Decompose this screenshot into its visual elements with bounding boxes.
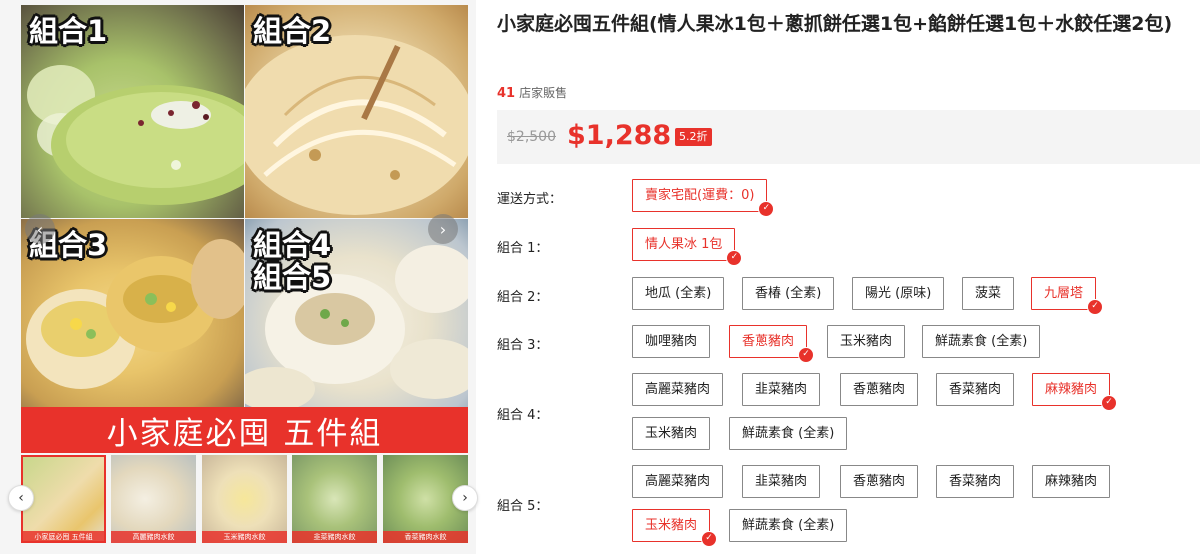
option-label: 情人果冰 1包 — [645, 237, 723, 252]
thumbnail-caption: 玉米豬肉水餃 — [202, 531, 287, 543]
combo5-label: 組合 5： — [497, 499, 549, 514]
combo-tag: 組合4 — [253, 228, 332, 262]
combo3-photo: 組合3 — [21, 219, 244, 407]
discount-badge: 5.2折 — [675, 128, 712, 146]
original-price: $2,500 — [507, 129, 556, 145]
product-page: 組合1 組合2 組合3 組合4 組合5 小家庭必囤 五件組 ‹ › 小家庭必囤 … — [0, 0, 1200, 554]
combo3-label: 組合 3： — [497, 338, 549, 353]
option-combo5[interactable]: 鮮蔬素食 (全素) — [729, 509, 848, 542]
sales-count: 41 — [497, 86, 516, 101]
option-combo3-selected[interactable]: 香蔥豬肉 ✓ — [729, 325, 815, 363]
option-combo2[interactable]: 陽光 (原味) — [852, 277, 945, 310]
option-label: 賣家宅配(運費：0) — [645, 188, 755, 203]
option-combo4[interactable]: 鮮蔬素食 (全素) — [729, 417, 848, 450]
option-combo5[interactable]: 香菜豬肉 — [936, 465, 1015, 498]
option-combo2[interactable]: 菠菜 — [962, 277, 1015, 310]
option-combo4[interactable]: 玉米豬肉 — [632, 417, 711, 450]
combo4-label: 組合 4： — [497, 408, 549, 423]
thumbnail[interactable]: 玉米豬肉水餃 — [202, 455, 287, 543]
option-combo4[interactable]: 韭菜豬肉 — [742, 373, 821, 406]
combo45-photo: 組合4 組合5 — [245, 219, 468, 407]
option-combo4-selected[interactable]: 麻辣豬肉 ✓ — [1032, 373, 1118, 411]
option-label: 麻辣豬肉 — [1045, 382, 1098, 397]
combo1-photo: 組合1 — [21, 5, 244, 218]
image-banner: 小家庭必囤 五件組 — [21, 407, 468, 453]
check-icon: ✓ — [726, 250, 743, 266]
thumbnail-caption: 香菜豬肉水餃 — [383, 531, 468, 543]
option-label: 香蔥豬肉 — [742, 334, 795, 349]
combo2-photo: 組合2 — [245, 5, 468, 218]
thumbnail-caption: 韭菜豬肉水餃 — [292, 531, 377, 543]
option-combo5[interactable]: 香蔥豬肉 — [840, 465, 919, 498]
option-combo2[interactable]: 地瓜 (全素) — [632, 277, 725, 310]
check-icon: ✓ — [758, 201, 775, 217]
shipping-label: 運送方式： — [497, 192, 563, 207]
thumbs-prev-button[interactable]: ‹ — [8, 485, 34, 511]
combo-tag: 組合1 — [29, 14, 108, 48]
chevron-left-icon: ‹ — [36, 219, 44, 239]
option-combo3[interactable]: 玉米豬肉 — [827, 325, 906, 358]
option-combo4[interactable]: 香菜豬肉 — [936, 373, 1015, 406]
option-combo4[interactable]: 高麗菜豬肉 — [632, 373, 724, 406]
check-icon: ✓ — [1087, 299, 1104, 315]
option-label: 九層塔 — [1044, 286, 1084, 301]
check-icon: ✓ — [798, 347, 815, 363]
check-icon: ✓ — [701, 531, 718, 547]
thumbnail[interactable]: 韭菜豬肉水餃 — [292, 455, 377, 543]
price-box: $2,500 $1,288 5.2折 — [497, 110, 1200, 164]
product-title: 小家庭必囤五件組(情人果冰1包＋蔥抓餅任選1包+餡餅任選1包＋水餃任選2包) — [497, 13, 1173, 35]
option-label: 玉米豬肉 — [645, 518, 698, 533]
option-combo1[interactable]: 情人果冰 1包 ✓ — [632, 228, 743, 266]
main-next-button[interactable]: › — [428, 214, 458, 244]
option-combo5[interactable]: 高麗菜豬肉 — [632, 465, 724, 498]
option-combo3[interactable]: 咖哩豬肉 — [632, 325, 711, 358]
thumbnail-caption: 高麗豬肉水餃 — [111, 531, 196, 543]
option-combo5[interactable]: 韭菜豬肉 — [742, 465, 821, 498]
option-combo2-selected[interactable]: 九層塔 ✓ — [1031, 277, 1104, 315]
sale-price: $1,288 — [567, 120, 672, 151]
sales-info: 41 店家販售 — [497, 84, 567, 101]
option-combo4[interactable]: 香蔥豬肉 — [840, 373, 919, 406]
option-shipping-home-delivery[interactable]: 賣家宅配(運費：0) ✓ — [632, 179, 775, 217]
thumbnail-caption: 小家庭必囤 五件組 — [21, 531, 106, 543]
option-combo5[interactable]: 麻辣豬肉 — [1032, 465, 1111, 498]
main-prev-button[interactable]: ‹ — [25, 214, 55, 244]
combo1-label: 組合 1： — [497, 241, 549, 256]
thumbnail[interactable]: 高麗豬肉水餃 — [111, 455, 196, 543]
option-combo2[interactable]: 香椿 (全素) — [742, 277, 835, 310]
product-gallery: 組合1 組合2 組合3 組合4 組合5 小家庭必囤 五件組 ‹ › 小家庭必囤 … — [0, 0, 478, 554]
check-icon: ✓ — [1101, 395, 1118, 411]
thumbs-next-button[interactable]: › — [452, 485, 478, 511]
combo-tag: 組合2 — [253, 14, 332, 48]
chevron-right-icon: › — [462, 490, 468, 506]
sales-label: 店家販售 — [519, 86, 568, 100]
combo2-label: 組合 2： — [497, 290, 549, 305]
main-product-image[interactable]: 組合1 組合2 組合3 組合4 組合5 小家庭必囤 五件組 ‹ › — [21, 5, 468, 453]
option-combo3[interactable]: 鮮蔬素食 (全素) — [922, 325, 1041, 358]
combo-tag: 組合5 — [253, 260, 332, 294]
product-info: 小家庭必囤五件組(情人果冰1包＋蔥抓餅任選1包+餡餅任選1包＋水餃任選2包) 4… — [497, 0, 1200, 554]
thumbnail-strip: 小家庭必囤 五件組 高麗豬肉水餃 玉米豬肉水餃 韭菜豬肉水餃 香菜豬肉水餃 — [21, 455, 468, 543]
chevron-right-icon: › — [439, 219, 447, 239]
option-combo5-selected[interactable]: 玉米豬肉 ✓ — [632, 509, 718, 547]
chevron-left-icon: ‹ — [18, 490, 24, 506]
